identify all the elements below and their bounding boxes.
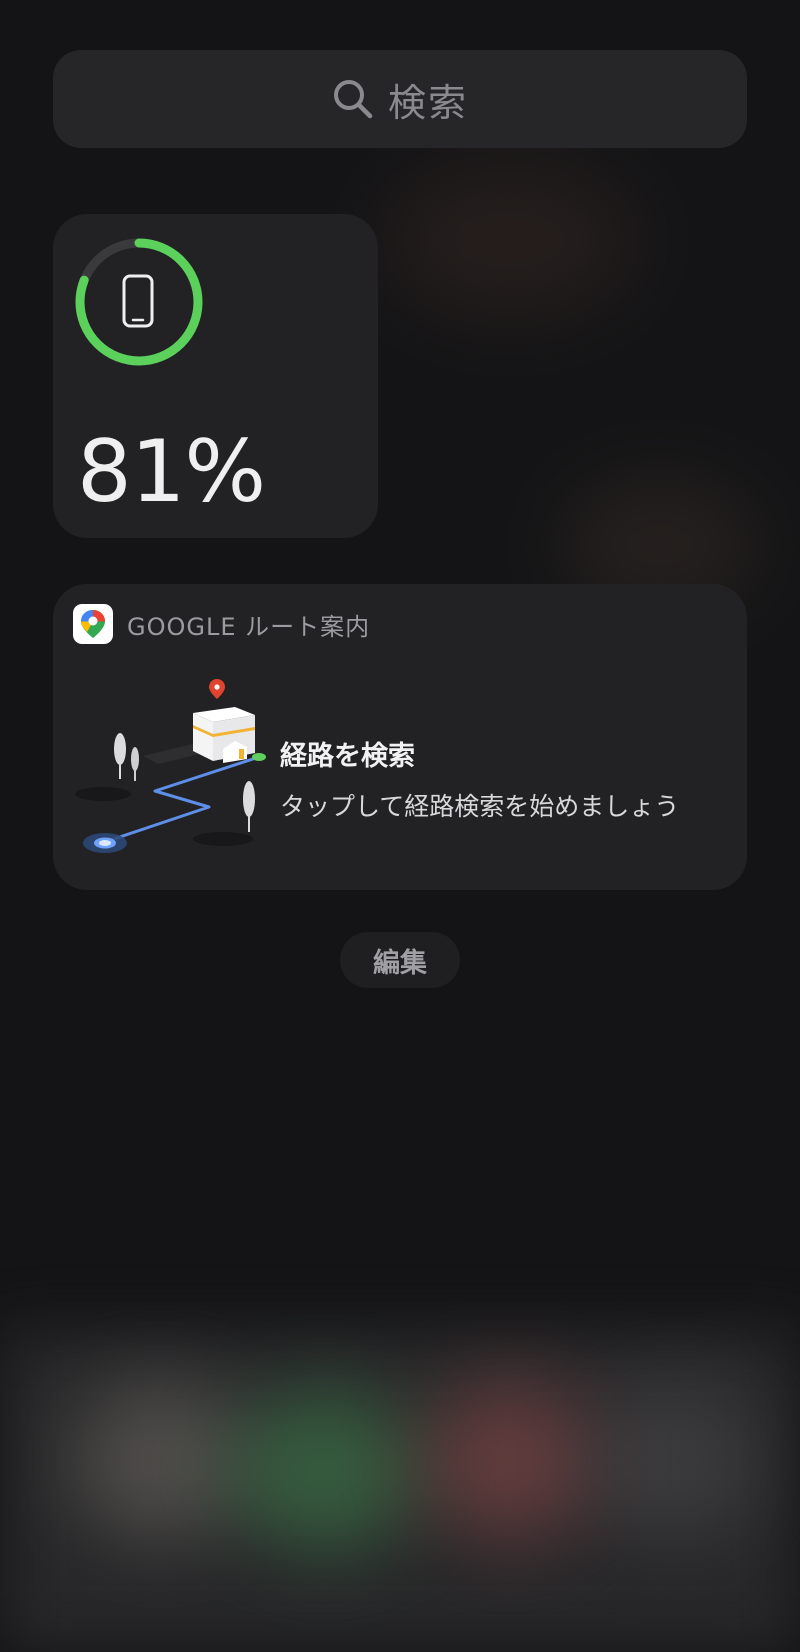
- google-maps-icon: [73, 604, 113, 644]
- battery-widget[interactable]: 81%: [53, 214, 378, 538]
- battery-percent: 81%: [77, 422, 266, 522]
- google-maps-widget[interactable]: GOOGLE ルート案内 経路を検索 タップして経路検索を始めましょう: [53, 584, 747, 890]
- phone-icon: [122, 274, 154, 328]
- start-location-icon: [83, 833, 127, 853]
- route-subtitle: タップして経路検索を始めましょう: [280, 792, 680, 821]
- dock-blur-gray: [70, 1380, 250, 1540]
- route-title: 経路を検索: [280, 741, 415, 772]
- dock-blur-red: [420, 1380, 600, 1540]
- tree-icon: [114, 733, 126, 779]
- search-icon: [333, 80, 373, 119]
- destination-pin-icon: [209, 679, 225, 699]
- tree-icon: [243, 781, 255, 832]
- dock-blur-gray: [590, 1380, 760, 1540]
- widget-header: GOOGLE ルート案内: [73, 604, 370, 644]
- background-blur: [380, 160, 640, 320]
- search-bar[interactable]: 検索: [53, 50, 747, 148]
- search-placeholder: 検索: [387, 80, 468, 125]
- building-icon: [193, 707, 255, 763]
- route-illustration: [75, 679, 266, 853]
- edit-button[interactable]: 編集: [340, 932, 460, 988]
- route-path: [104, 755, 260, 844]
- battery-ring: [75, 238, 203, 366]
- tree-icon: [131, 747, 139, 781]
- dock-blur-green: [230, 1390, 420, 1550]
- widget-header-title: GOOGLE ルート案内: [127, 612, 371, 641]
